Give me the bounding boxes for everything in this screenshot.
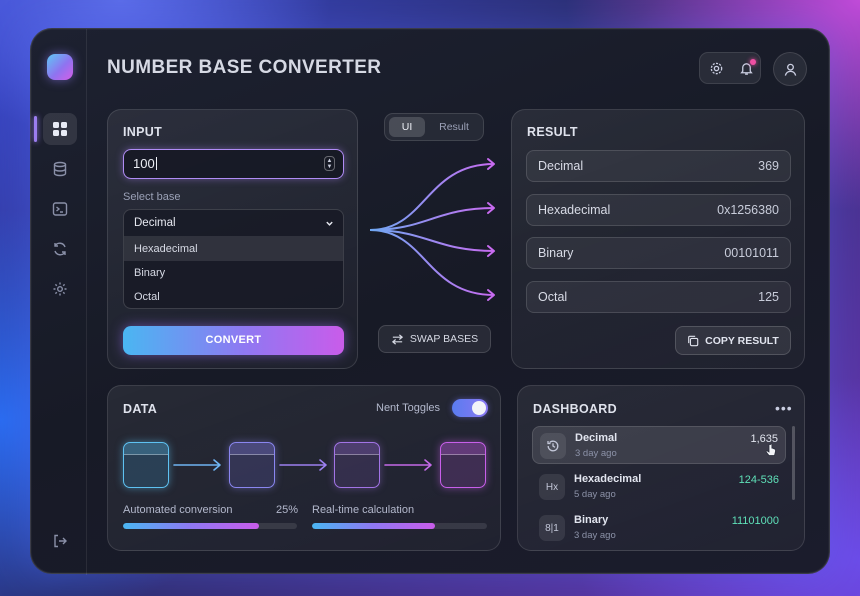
progress-fill [123, 523, 259, 529]
dashboard-card-title: DASHBOARD [533, 402, 617, 416]
notifications-button[interactable] [731, 53, 761, 83]
history-icon [540, 433, 566, 459]
binary-icon: 8|1 [539, 515, 565, 541]
number-stepper[interactable]: ▲ ▼ [324, 156, 335, 171]
history-item-decimal[interactable]: Decimal 3 day ago 1,635 [532, 426, 786, 464]
dashboard-scrollbar[interactable] [792, 426, 795, 500]
sidebar [31, 29, 87, 575]
sidebar-item-terminal[interactable] [43, 193, 77, 225]
result-value: 125 [758, 290, 779, 304]
logout-icon [54, 534, 67, 548]
conversion-flow-arrows [369, 158, 495, 301]
data-card: DATA Nent Toggles Automated conversion 2… [107, 385, 501, 551]
realtime-calculation-label: Real-time calculation [312, 504, 415, 516]
result-value: 0x1256380 [717, 203, 779, 217]
select-base-label: Select base [123, 191, 181, 203]
realtime-calculation-progress [312, 523, 487, 529]
swap-bases-label: SWAP BASES [409, 333, 479, 345]
result-card: RESULT Decimal 369 Hexadecimal 0x1256380… [511, 109, 805, 369]
ellipsis-icon: ••• [775, 400, 793, 416]
database-icon [53, 161, 67, 177]
automated-conversion-percent: 25% [276, 504, 299, 516]
sidebar-item-database[interactable] [43, 153, 77, 185]
history-item-name: Hexadecimal [574, 473, 642, 485]
text-cursor [155, 157, 157, 170]
history-item-name: Binary [574, 514, 609, 526]
result-name: Binary [538, 246, 574, 260]
page-title: NUMBER BASE CONVERTER [107, 57, 382, 78]
more-options-button[interactable]: ••• [775, 400, 793, 416]
history-item-hexadecimal[interactable]: Hx Hexadecimal 5 day ago 124-536 [532, 468, 786, 506]
history-item-time: 3 day ago [575, 448, 617, 459]
history-item-time: 3 day ago [574, 530, 616, 541]
history-item-value: 124-536 [738, 474, 779, 486]
sidebar-item-dashboard[interactable] [43, 113, 77, 145]
number-input[interactable]: 100 ▲ ▼ [123, 149, 344, 179]
dashboard-card: DASHBOARD ••• Decimal 3 day ago 1,635 Hx… [517, 385, 805, 551]
logout-button[interactable] [43, 525, 77, 557]
copy-icon [688, 335, 699, 346]
settings-button[interactable] [701, 53, 731, 83]
header-actions [699, 52, 761, 84]
hand-cursor-icon [765, 443, 776, 456]
result-name: Hexadecimal [538, 203, 611, 217]
sidebar-item-sync[interactable] [43, 233, 77, 265]
input-card-title: INPUT [123, 125, 162, 139]
terminal-icon [52, 202, 68, 216]
grid-icon [53, 122, 67, 136]
history-item-time: 5 day ago [574, 489, 616, 500]
swap-icon [391, 333, 403, 345]
app-window: NUMBER BASE CONVERTER INPUT 100 ▲ ▼ Selec… [30, 28, 830, 575]
base-option-hexadecimal[interactable]: Hexadecimal [124, 237, 343, 261]
number-input-value: 100 [133, 156, 155, 171]
copy-result-label: COPY RESULT [705, 334, 779, 347]
tab-ui[interactable]: UI [389, 117, 425, 137]
refresh-icon [54, 242, 66, 256]
base-option-octal[interactable]: Octal [124, 285, 343, 308]
progress-fill [312, 523, 435, 529]
history-item-name: Decimal [575, 432, 618, 444]
result-row-decimal: Decimal 369 [526, 150, 791, 182]
nav-active-indicator [34, 116, 37, 142]
result-name: Decimal [538, 159, 584, 173]
selected-base: Decimal [134, 217, 176, 229]
history-item-value: 11101000 [731, 515, 779, 527]
gear-icon [53, 282, 67, 296]
result-value: 00101011 [724, 246, 779, 260]
view-toggle: UI Result [384, 113, 484, 141]
automated-conversion-progress [123, 523, 297, 529]
convert-button[interactable]: CONVERT [123, 326, 344, 355]
result-name: Octal [538, 290, 568, 304]
base-select-value[interactable]: Decimal [124, 210, 343, 237]
base-option-binary[interactable]: Binary [124, 261, 343, 285]
result-row-octal: Octal 125 [526, 281, 791, 313]
copy-result-button[interactable]: COPY RESULT [675, 326, 791, 355]
tab-result[interactable]: Result [431, 117, 477, 137]
user-icon [784, 63, 796, 76]
input-card: INPUT 100 ▲ ▼ Select base Decimal Hexadec… [107, 109, 358, 369]
gear-icon [710, 62, 722, 74]
result-value: 369 [758, 159, 779, 173]
history-item-binary[interactable]: 8|1 Binary 3 day ago 11101000 [532, 509, 786, 547]
swap-bases-button[interactable]: SWAP BASES [378, 325, 491, 353]
hex-icon: Hx [539, 474, 565, 500]
user-avatar-button[interactable] [773, 52, 807, 86]
app-logo [47, 54, 73, 80]
result-card-title: RESULT [527, 125, 578, 139]
notification-dot [750, 59, 756, 65]
sidebar-item-settings[interactable] [43, 273, 77, 305]
result-row-hexadecimal: Hexadecimal 0x1256380 [526, 194, 791, 226]
base-select[interactable]: Decimal Hexadecimal Binary Octal [123, 209, 344, 309]
chevron-down-icon [326, 221, 333, 226]
automated-conversion-label: Automated conversion [123, 504, 233, 516]
result-row-binary: Binary 00101011 [526, 237, 791, 269]
